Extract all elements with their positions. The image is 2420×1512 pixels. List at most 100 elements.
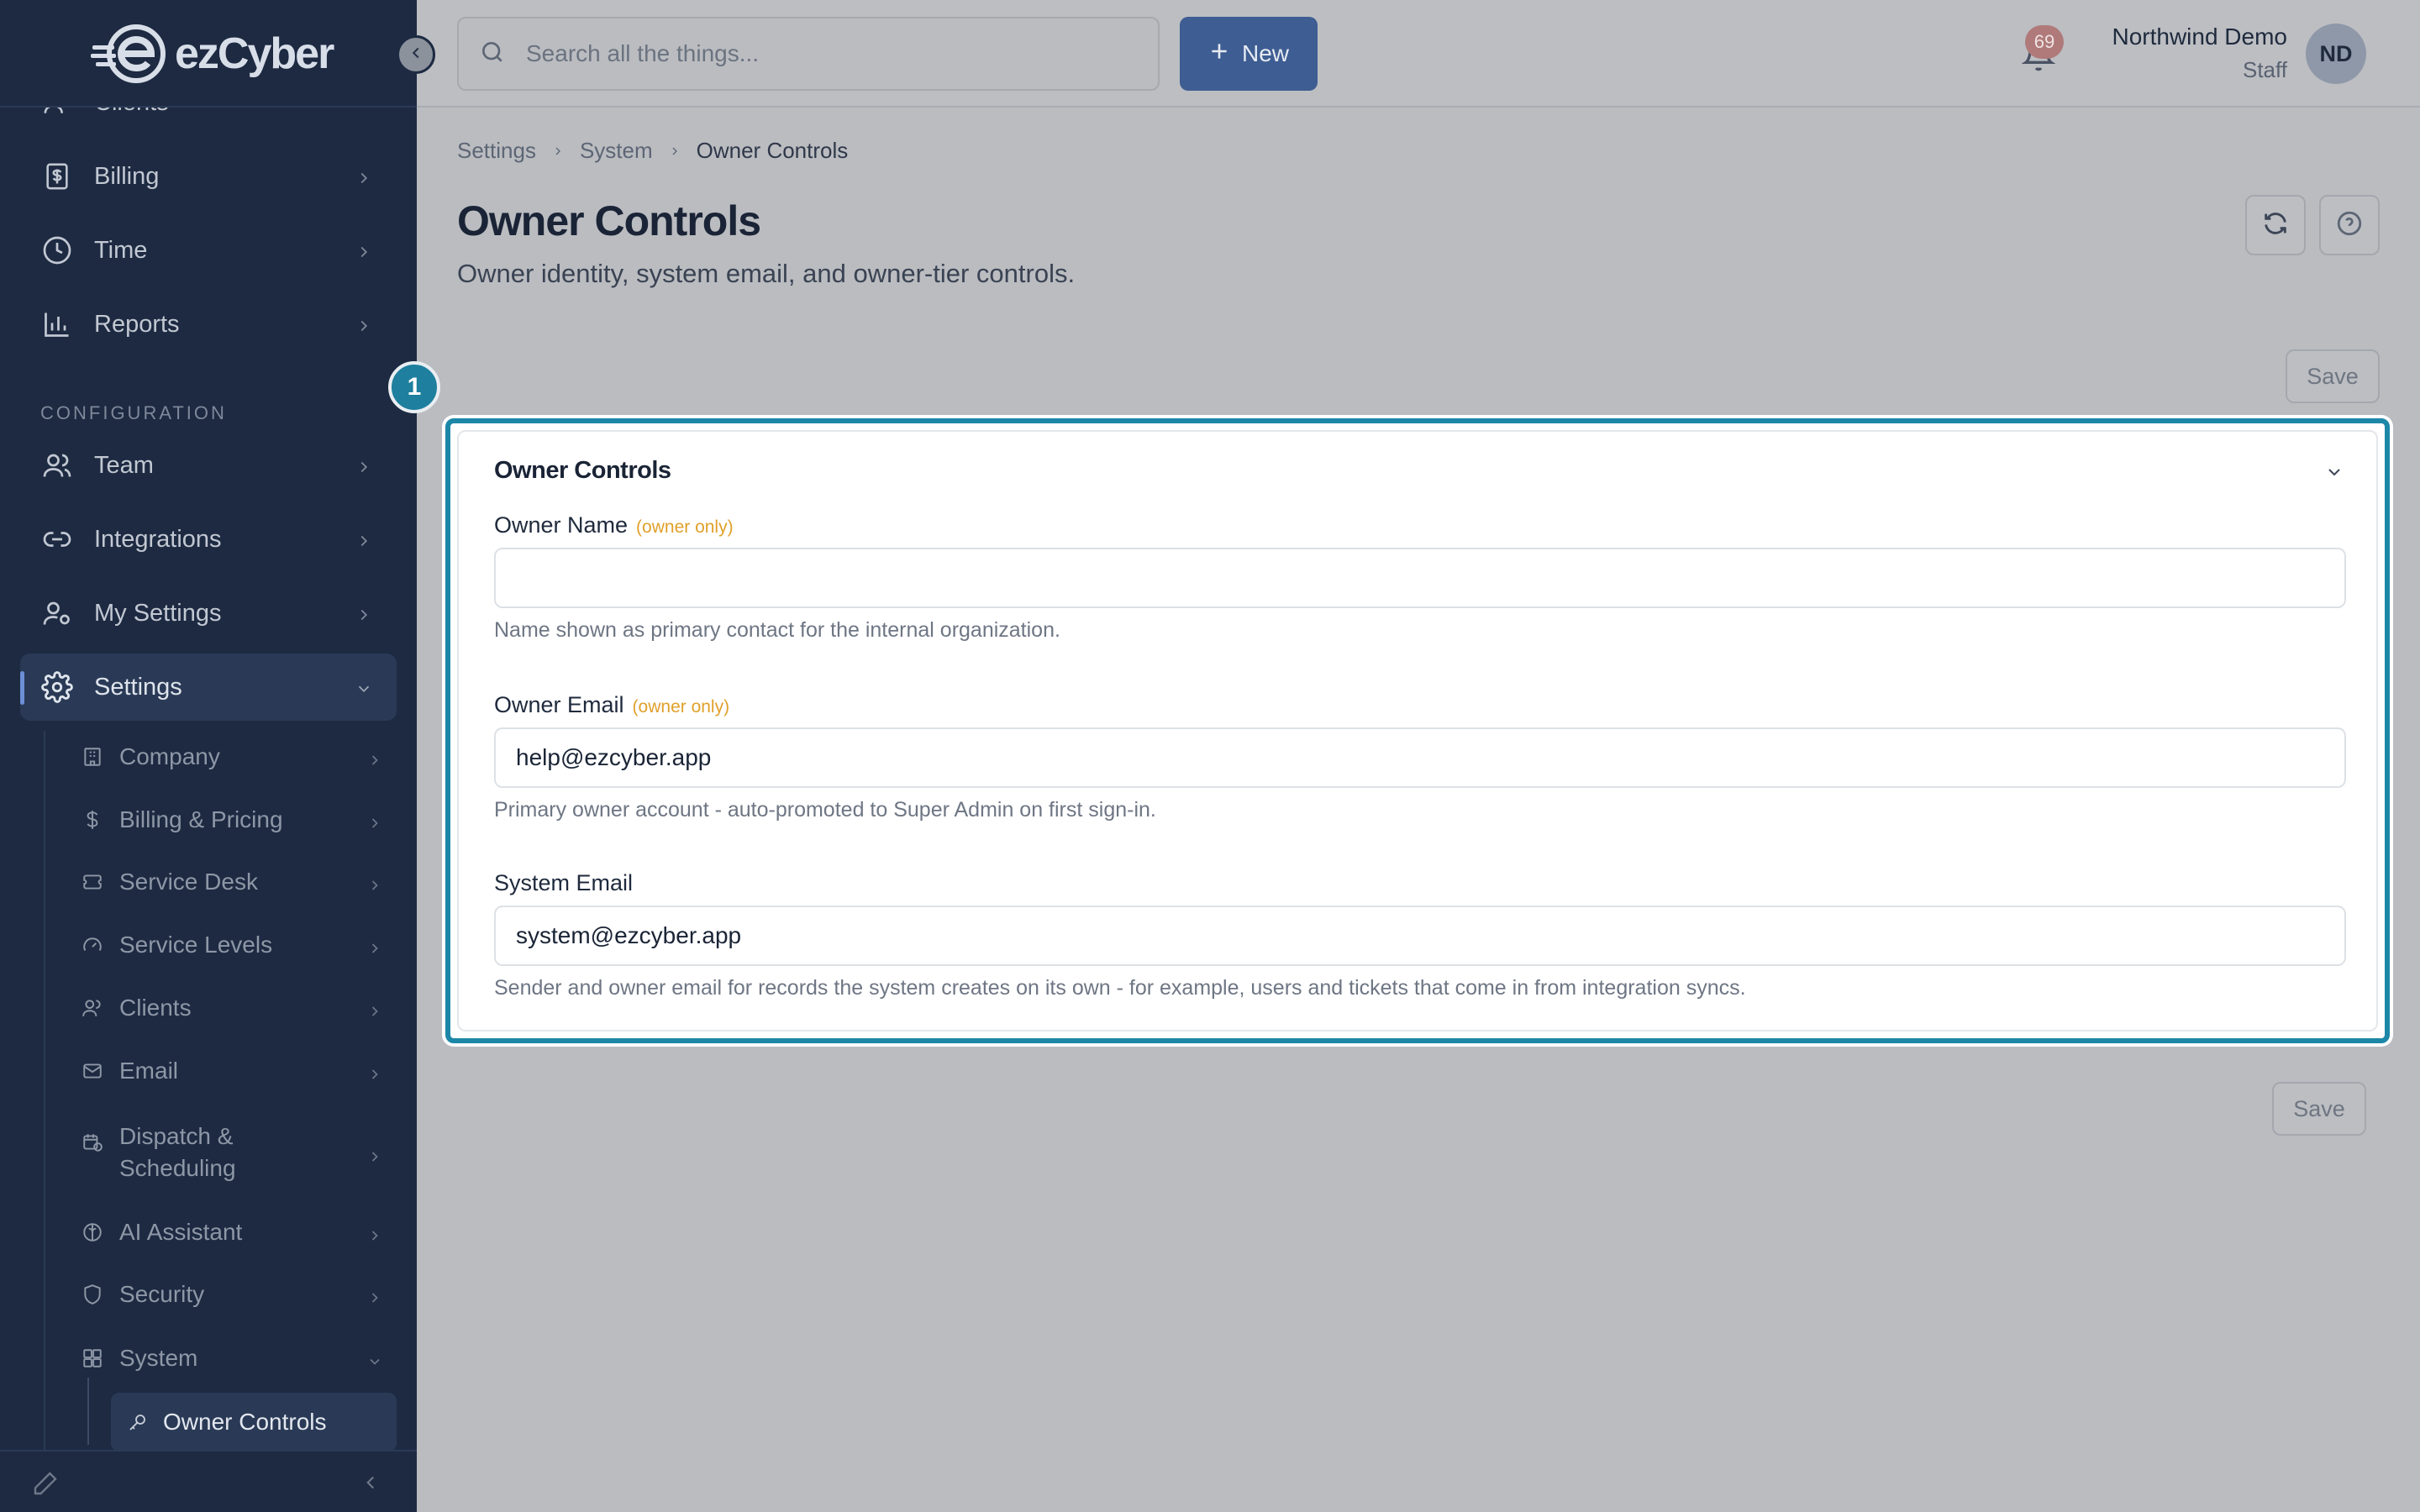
sidebar-item-billing[interactable]: Billing	[20, 143, 397, 210]
search-icon	[479, 39, 506, 70]
collapse-left-icon[interactable]	[360, 1472, 381, 1498]
save-button-bottom[interactable]: Save	[2272, 1082, 2366, 1136]
page-subtitle: Owner identity, system email, and owner-…	[457, 259, 1076, 288]
sidebar-sub-label: Company	[119, 743, 220, 769]
owner-name-help: Name shown as primary contact for the in…	[494, 618, 1060, 642]
clock-icon	[40, 234, 74, 267]
sidebar-item-label: Team	[94, 451, 154, 479]
topbar: New 69 Northwind Demo Staff ND	[417, 0, 2420, 108]
chevron-right-icon	[551, 138, 565, 164]
owner-email-input[interactable]	[494, 727, 2346, 788]
sidebar-sub-email[interactable]: Email	[67, 1042, 397, 1100]
mail-icon	[81, 1059, 104, 1083]
sidebar-sub-system[interactable]: System	[67, 1329, 397, 1388]
team-icon	[40, 449, 74, 482]
sidebar-sub-label: Service Levels	[119, 932, 273, 958]
new-button-label: New	[1241, 40, 1289, 66]
system-email-input[interactable]	[494, 906, 2346, 966]
sidebar-sub-company[interactable]: Company	[67, 727, 397, 786]
owner-controls-card: Owner Controls Owner Name (owner only) N…	[457, 430, 2378, 1032]
building-icon	[81, 745, 104, 769]
avatar[interactable]: ND	[2306, 24, 2366, 84]
sidebar-item-my-settings[interactable]: My Settings	[20, 580, 397, 647]
ticket-icon	[81, 870, 104, 894]
user-name: Northwind Demo	[2112, 24, 2287, 50]
chevron-right-icon	[366, 1062, 383, 1089]
chevron-right-icon	[355, 166, 373, 194]
search-input[interactable]	[526, 40, 1131, 67]
sidebar-sub-security[interactable]: Security	[67, 1265, 397, 1324]
sidebar-sub-dispatch-scheduling[interactable]: Dispatch & Scheduling	[67, 1110, 397, 1194]
new-button[interactable]: New	[1180, 17, 1318, 91]
chevron-right-icon	[366, 873, 383, 900]
sidebar-sub-service-desk[interactable]: Service Desk	[67, 853, 397, 911]
save-button-top[interactable]: Save	[2286, 349, 2380, 403]
brain-icon	[81, 1221, 104, 1244]
user-role: Staff	[2242, 57, 2287, 82]
sidebar-sub-service-levels[interactable]: Service Levels	[67, 916, 397, 974]
card-title: Owner Controls	[494, 457, 671, 484]
chevron-down-icon	[355, 677, 373, 705]
link-icon	[40, 522, 74, 556]
sidebar-item-label: My Settings	[94, 599, 222, 627]
users-icon	[81, 996, 104, 1020]
owner-only-tag: (owner only)	[632, 697, 730, 717]
sidebar-sub-label: Security	[119, 1281, 205, 1307]
system-email-label: System Email	[494, 870, 633, 896]
chevron-right-icon	[366, 811, 383, 837]
field-label-text: System Email	[494, 870, 634, 895]
owner-email-label: Owner Email (owner only)	[494, 692, 729, 718]
field-label-text: Owner Name	[494, 512, 629, 538]
chevron-left-icon	[407, 44, 425, 66]
brand-logo[interactable]: ezCyber	[91, 22, 334, 86]
sidebar-sub-clients[interactable]: Clients	[67, 979, 397, 1037]
brand-name: ezCyber	[175, 29, 334, 78]
refresh-button[interactable]	[2245, 195, 2306, 255]
sidebar-item-settings[interactable]: Settings	[20, 654, 397, 721]
sidebar-sub-billing-pricing[interactable]: Billing & Pricing	[67, 790, 397, 849]
sidebar-sub-label-wrap: Dispatch & Scheduling	[119, 1121, 236, 1184]
chevron-right-icon	[668, 138, 681, 164]
sidebar-item-reports[interactable]: Reports	[20, 291, 397, 358]
chevron-right-icon	[355, 455, 373, 483]
chevron-right-icon	[355, 314, 373, 342]
owner-only-tag: (owner only)	[636, 517, 734, 537]
chevron-down-icon[interactable]	[2324, 462, 2344, 486]
chevron-right-icon	[366, 999, 383, 1026]
sidebar-sub-label: Billing & Pricing	[119, 806, 283, 832]
breadcrumb-item-system[interactable]: System	[580, 138, 653, 164]
help-button[interactable]	[2319, 195, 2380, 255]
pencil-icon[interactable]	[32, 1470, 59, 1501]
shield-icon	[81, 1283, 104, 1306]
page-title: Owner Controls	[457, 197, 761, 244]
sidebar-item-label: Integrations	[94, 525, 222, 553]
sidebar-sub-ai-assistant[interactable]: AI Assistant	[67, 1203, 397, 1262]
breadcrumb-item-settings[interactable]: Settings	[457, 138, 536, 164]
sidebar-item-team[interactable]: Team	[20, 432, 397, 499]
sidebar-sub-owner-controls[interactable]: Owner Controls	[111, 1393, 397, 1452]
owner-name-input[interactable]	[494, 548, 2346, 608]
dollar-icon	[81, 808, 104, 832]
sidebar-item-time[interactable]: Time	[20, 217, 397, 284]
chevron-right-icon	[366, 936, 383, 963]
search-box[interactable]	[457, 17, 1160, 91]
breadcrumb-item-current: Owner Controls	[696, 138, 849, 163]
sidebar-sub-label: Email	[119, 1058, 179, 1084]
chevron-right-icon	[366, 1223, 383, 1250]
sidebar-item-integrations[interactable]: Integrations	[20, 506, 397, 573]
chevron-right-icon	[366, 1144, 383, 1171]
notification-badge: 69	[2025, 25, 2064, 59]
sidebar-item-label: Billing	[94, 162, 160, 190]
system-email-help: Sender and owner email for records the s…	[494, 976, 1746, 1000]
owner-name-label: Owner Name (owner only)	[494, 512, 734, 538]
sidebar-collapse-button[interactable]	[397, 35, 435, 74]
chevron-down-icon	[366, 1349, 383, 1376]
system-guide-line	[87, 1378, 89, 1445]
key-icon	[126, 1410, 150, 1434]
sidebar-sub-label-line2: Scheduling	[119, 1155, 236, 1181]
sidebar-item-label: Reports	[94, 310, 180, 338]
section-label-configuration: CONFIGURATION	[40, 402, 227, 423]
chevron-right-icon	[355, 529, 373, 557]
sidebar-sub-label: Service Desk	[119, 869, 258, 895]
sidebar: Clients Billing Time Reports CONFIGURATI…	[0, 0, 417, 1512]
